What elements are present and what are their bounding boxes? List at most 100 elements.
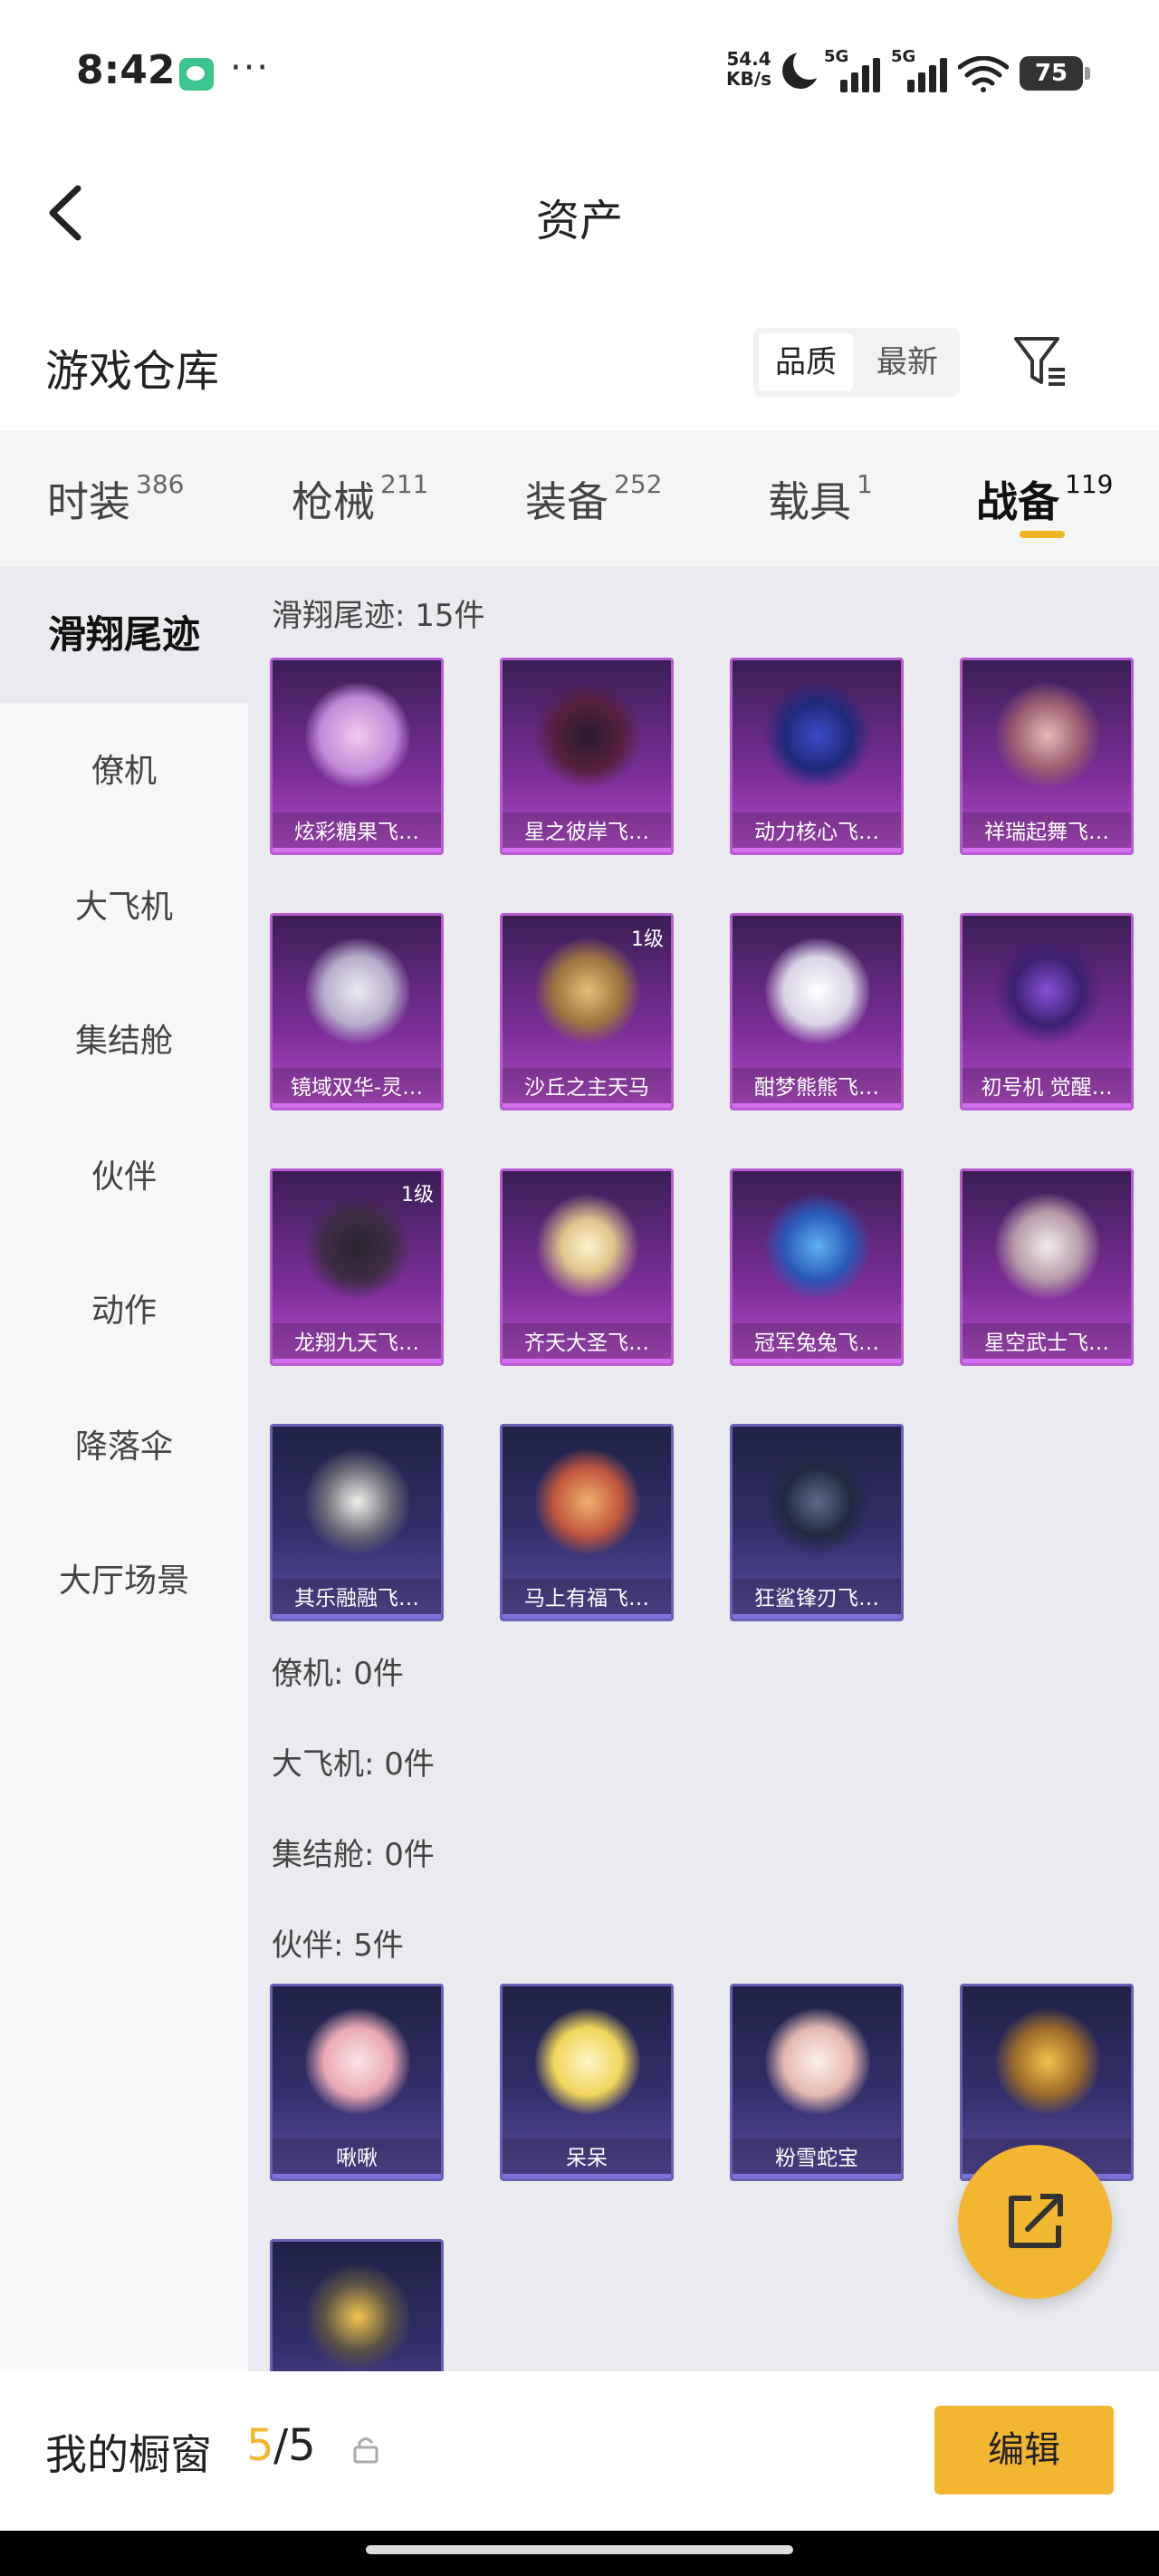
signal-label: 5G [824,47,849,66]
item-card[interactable]: 其乐融融飞… [270,1424,444,1621]
signal-label: 5G [891,47,916,66]
moon-icon [782,47,826,89]
sidebar-item-assembly-pod[interactable]: 集结舱 [0,1014,248,1062]
tab-firearms[interactable]: 枪械 211 [292,469,428,529]
item-card[interactable]: 炫彩糖果飞… [270,658,444,855]
sidebar-item-lobby-scene[interactable]: 大厅场景 [0,1554,248,1601]
item-card[interactable]: 呆呆 [500,1984,674,2181]
item-image [765,1448,870,1555]
item-card[interactable]: 星之彼岸飞… [500,658,674,855]
item-name: 沙丘之主天马 [503,1068,671,1108]
signal-icon: 5G [824,47,887,92]
section-label-big-plane: 大飞机: 0件 [272,1746,435,1783]
signal-icon: 5G [891,47,954,92]
item-image [995,682,1100,789]
tab-fashion[interactable]: 时装 386 [47,469,184,529]
edit-button[interactable]: 编辑 [934,2406,1114,2494]
item-card[interactable]: 酣梦熊熊飞… [730,913,904,1110]
item-card[interactable] [270,2239,444,2379]
more-notifications-icon: ··· [230,47,271,89]
network-speed: 54.4 KB/s [723,49,775,89]
item-image [765,1193,870,1300]
active-tab-indicator [1020,531,1065,538]
item-image [305,937,410,1044]
item-card[interactable]: 星空武士飞… [960,1168,1134,1366]
item-image [535,2008,640,2115]
filter-icon[interactable] [1012,333,1068,389]
item-content: 滑翔尾迹: 15件 炫彩糖果飞… 星之彼岸飞… 动力核心飞… 祥瑞起舞飞… 镜域… [248,567,1159,2379]
sidebar-item-partner[interactable]: 伙伴 [0,1150,248,1197]
item-name: 呆呆 [503,2139,671,2178]
item-card[interactable]: 祥瑞起舞飞… [960,658,1134,855]
item-image [995,1193,1100,1300]
item-level-badge: 1级 [401,1184,434,1206]
item-name: 马上有福飞… [503,1579,671,1619]
item-card[interactable]: 1级 龙翔九天飞… [270,1168,444,1366]
sidebar-item-big-plane[interactable]: 大飞机 [0,880,248,928]
item-image [995,937,1100,1044]
item-image [305,1448,410,1555]
item-image [305,2264,410,2370]
item-name: 啾啾 [273,2139,441,2178]
item-card[interactable]: 镜域双华-灵… [270,913,444,1110]
item-image [535,937,640,1044]
item-card[interactable]: 初号机 觉醒… [960,913,1134,1110]
lock-icon [353,2437,378,2464]
section-label-wingman: 僚机: 0件 [272,1656,404,1692]
sort-newest-button[interactable]: 最新 [860,333,954,391]
home-indicator[interactable] [366,2545,793,2554]
wifi-icon [958,56,1009,92]
item-name: 星之彼岸飞… [503,812,671,852]
item-card[interactable]: 啾啾 [270,1984,444,2181]
item-name: 镜域双华-灵… [273,1068,441,1108]
item-card[interactable]: 冠军兔兔飞… [730,1168,904,1366]
item-name: 酣梦熊熊飞… [733,1068,901,1108]
network-speed-value: 54.4 [726,48,771,70]
system-nav-bar [0,2531,1159,2576]
item-name: 龙翔九天飞… [273,1323,441,1363]
item-name: 祥瑞起舞飞… [963,812,1131,852]
item-name: 炫彩糖果飞… [273,812,441,852]
item-name: 齐天大圣飞… [503,1323,671,1363]
item-image [765,2008,870,2115]
network-speed-unit: KB/s [726,68,771,90]
item-card[interactable]: 1级 沙丘之主天马 [500,913,674,1110]
item-name: 其乐融融飞… [273,1579,441,1619]
share-fab-button[interactable] [958,2145,1112,2299]
sort-quality-button[interactable]: 品质 [759,333,853,391]
item-image [535,682,640,789]
page-title: 资产 [535,196,623,246]
showcase-label: 我的橱窗 [45,2430,212,2479]
item-image [995,2008,1100,2115]
item-card[interactable]: 粉雪蛇宝 [730,1984,904,2181]
item-image [305,682,410,789]
item-name: 动力核心飞… [733,812,901,852]
tab-vehicles[interactable]: 载具 1 [768,469,873,529]
item-image [305,1193,410,1300]
tab-combat-gear[interactable]: 战备 119 [976,469,1113,529]
sort-toggle: 品质 最新 [753,328,960,397]
clock: 8:42 [76,47,176,93]
sidebar: 滑翔尾迹 僚机 大飞机 集结舱 伙伴 动作 降落伞 大厅场景 [0,567,248,2379]
item-name: 星空武士飞… [963,1323,1131,1363]
item-card[interactable]: 马上有福飞… [500,1424,674,1621]
item-card[interactable]: 齐天大圣飞… [500,1168,674,1366]
item-name: 狂鲨锋刃飞… [733,1579,901,1619]
sidebar-item-parachute[interactable]: 降落伞 [0,1420,248,1467]
showcase-bar: 我的橱窗 5 /5 编辑 [0,2371,1159,2531]
warehouse-title: 游戏仓库 [45,346,220,397]
item-level-badge: 1级 [631,928,664,951]
item-name: 初号机 觉醒… [963,1068,1131,1108]
showcase-count-current: 5 [246,2420,274,2471]
item-image [305,2008,410,2115]
item-image [535,1193,640,1300]
item-name: 粉雪蛇宝 [733,2139,901,2178]
item-name: 冠军兔兔飞… [733,1323,901,1363]
sidebar-item-wingman[interactable]: 僚机 [0,745,248,792]
sidebar-item-emote[interactable]: 动作 [0,1284,248,1331]
item-card[interactable]: 动力核心飞… [730,658,904,855]
sidebar-item-glide-trail[interactable]: 滑翔尾迹 [0,567,248,703]
item-card[interactable]: 狂鲨锋刃飞… [730,1424,904,1621]
tab-equipment[interactable]: 装备 252 [525,469,662,529]
warehouse-header: 游戏仓库 品质 最新 [0,290,1159,426]
